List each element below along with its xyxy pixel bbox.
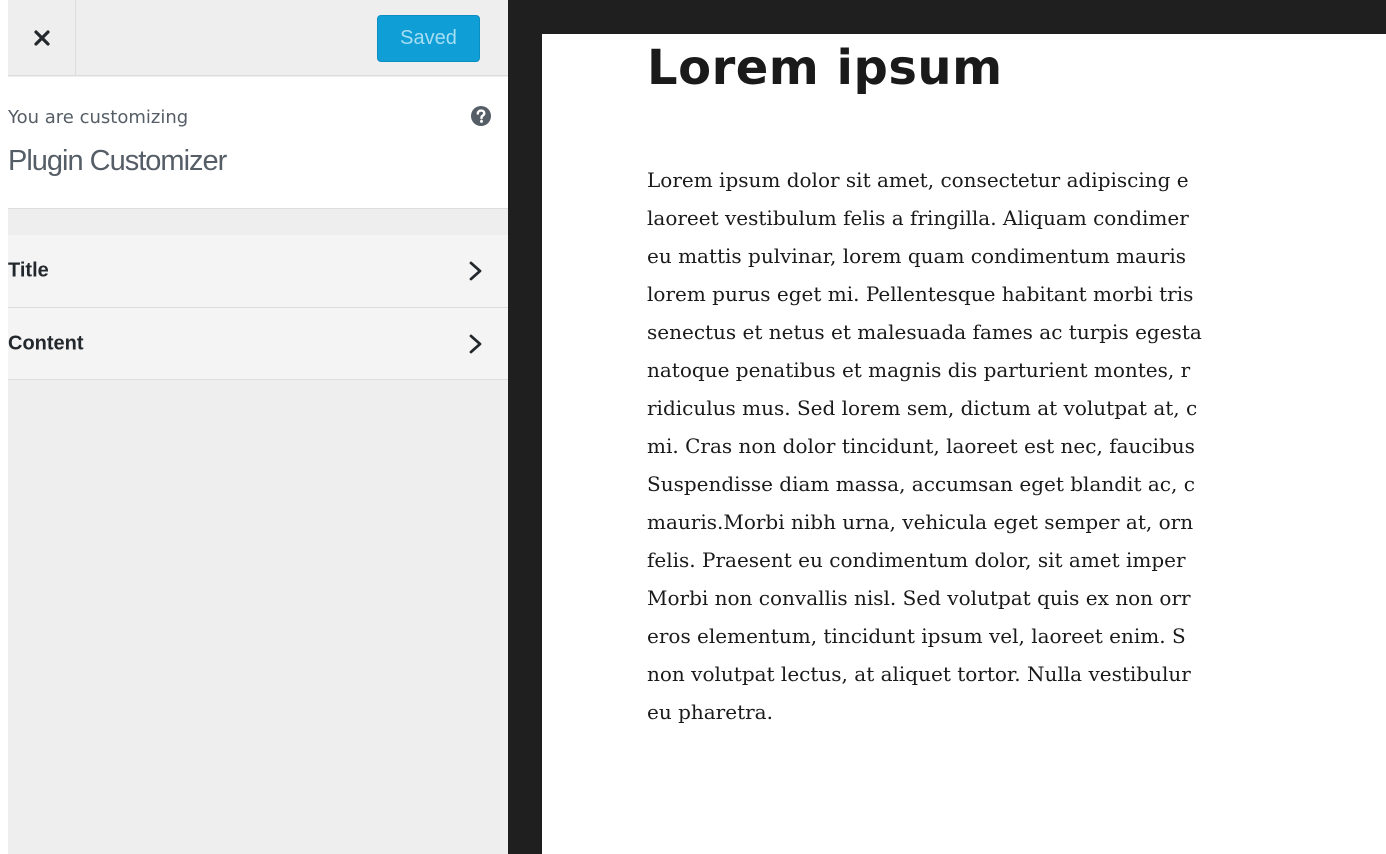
chevron-right-icon	[469, 261, 482, 281]
preview-body-line: lorem purus eget mi. Pellentesque habita…	[647, 282, 1194, 306]
preview-body-line: ridiculus mus. Sed lorem sem, dictum at …	[647, 396, 1198, 420]
customizer-sidebar: Saved You are customizing Plugin Customi…	[8, 0, 508, 854]
preview-body-line: Lorem ipsum dolor sit amet, consectetur …	[647, 168, 1189, 192]
section-content[interactable]: Content	[8, 308, 508, 380]
preview-page: Lorem ipsum Lorem ipsum dolor sit amet, …	[542, 34, 1386, 854]
preview-body-line: eros elementum, tincidunt ipsum vel, lao…	[647, 624, 1186, 648]
chevron-right-icon	[469, 334, 482, 353]
sidebar-header: Saved	[8, 0, 508, 76]
preview-body-line: mi. Cras non dolor tincidunt, laoreet es…	[647, 434, 1195, 458]
save-button[interactable]: Saved	[377, 15, 480, 62]
preview-body-line: eu mattis pulvinar, lorem quam condiment…	[647, 244, 1187, 268]
preview-body: Lorem ipsum dolor sit amet, consectetur …	[647, 161, 1386, 731]
preview-body-line: natoque penatibus et magnis dis parturie…	[647, 358, 1191, 382]
section-label: Title	[8, 259, 49, 282]
preview-title: Lorem ipsum	[647, 40, 1003, 96]
section-label: Content	[8, 332, 84, 354]
preview-body-line: eu pharetra.	[647, 700, 773, 724]
preview-body-line: non volutpat lectus, at aliquet tortor. …	[647, 662, 1191, 686]
customizer-section-list: Title Content	[8, 235, 508, 380]
customizing-title: Plugin Customizer	[8, 145, 227, 177]
customizer-info-panel: You are customizing Plugin Customizer	[8, 77, 508, 209]
preview-body-line: felis. Praesent eu condimentum dolor, si…	[647, 548, 1186, 572]
question-circle-icon[interactable]	[470, 105, 492, 127]
preview-body-line: laoreet vestibulum felis a fringilla. Al…	[647, 206, 1189, 230]
preview-body-line: senectus et netus et malesuada fames ac …	[647, 320, 1202, 344]
preview-frame: Lorem ipsum Lorem ipsum dolor sit amet, …	[508, 0, 1386, 854]
section-title[interactable]: Title	[8, 235, 508, 308]
preview-body-line: Suspendisse diam massa, accumsan eget bl…	[647, 472, 1195, 496]
customizing-label: You are customizing	[8, 107, 189, 128]
preview-body-line: Morbi non convallis nisl. Sed volutpat q…	[647, 586, 1191, 610]
close-icon	[33, 30, 50, 46]
close-button[interactable]	[8, 0, 76, 76]
preview-body-line: mauris.Morbi nibh urna, vehicula eget se…	[647, 510, 1194, 534]
